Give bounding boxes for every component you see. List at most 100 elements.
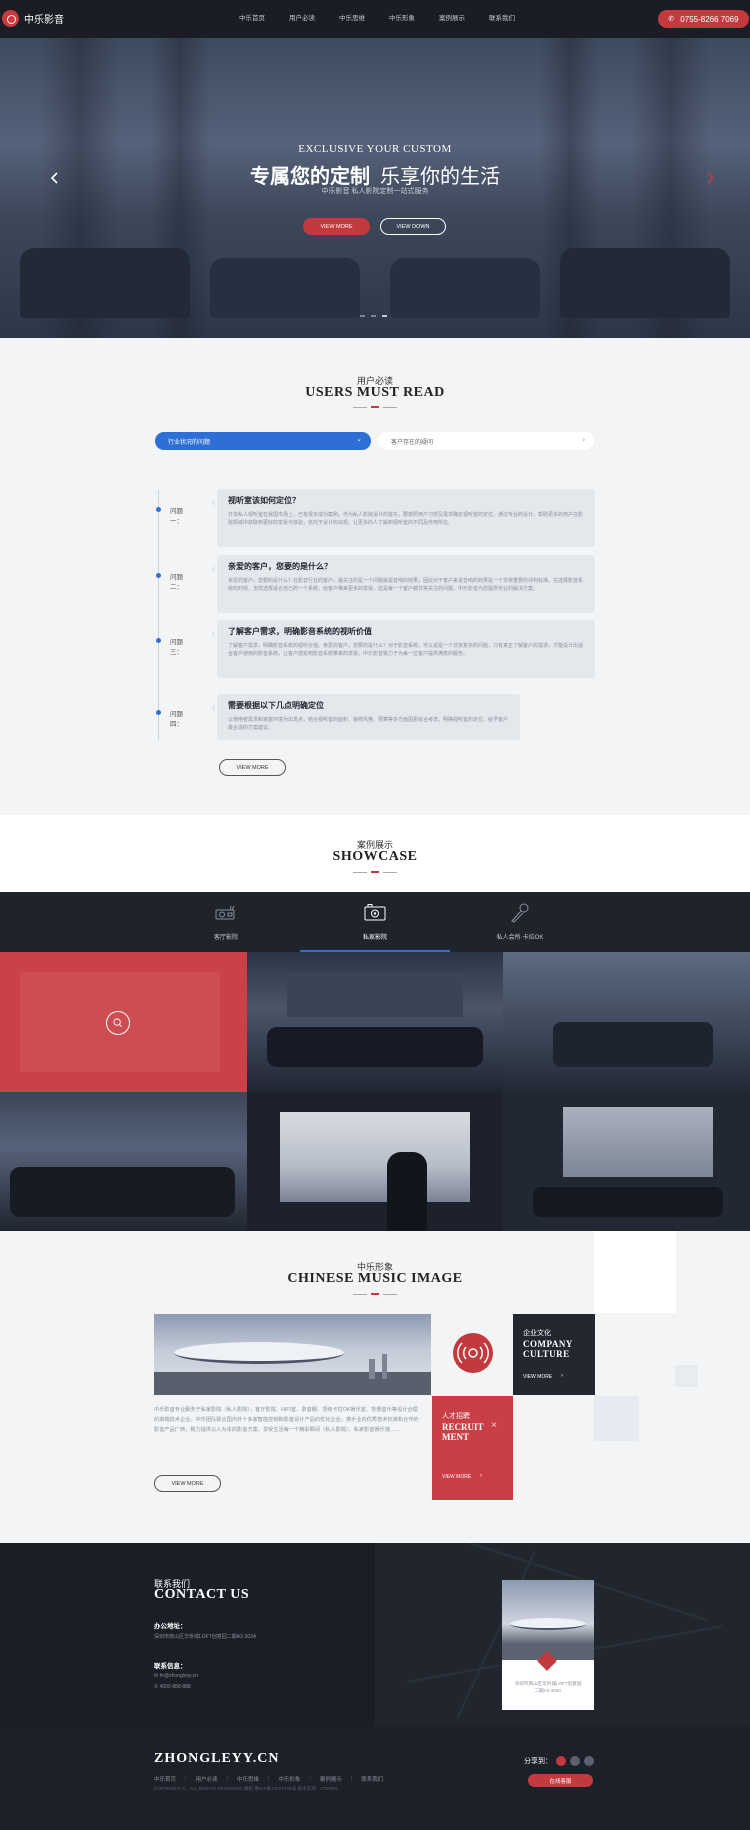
- chevron-down-icon: ⌄: [356, 436, 362, 443]
- email-row: ✉ hr@zhongleyy.cn: [154, 1673, 198, 1679]
- nav-image[interactable]: 中乐形象: [377, 0, 427, 38]
- customer-doubts-link[interactable]: 客户存在的疑问 ›: [378, 432, 594, 450]
- showcase-highlight-tile[interactable]: [0, 952, 247, 1092]
- map-popup[interactable]: 深圳市南山区华侨城LOFT创意园 二期A2-303A: [502, 1580, 594, 1710]
- faq-card[interactable]: 了解客户需求，明确影音系统的视听价值 了解客户需求，明确影音系统的视听价值。亲爱…: [211, 620, 595, 678]
- faq-label: 问题一：: [170, 508, 183, 525]
- hero-subtitle: EXCLUSIVE YOUR CUSTOM: [298, 143, 452, 155]
- company-intro-text: 中乐影音专业服务于私家影院（私人影院），客厅影院、HIFI室、录音棚、顶级卡拉O…: [154, 1407, 419, 1433]
- tencent-weibo-icon[interactable]: [570, 1756, 580, 1766]
- showcase-photo[interactable]: [247, 952, 503, 1092]
- info-label: 联系信息：: [154, 1663, 187, 1670]
- showcase-tabs: 客厅影院 私家影院 私人会所·卡拉OK: [0, 892, 750, 952]
- phone-row: ✆ 4000-888-888: [154, 1684, 191, 1690]
- brand-logo[interactable]: 中乐影音: [2, 10, 64, 27]
- tab-private-theater[interactable]: 私家影院: [300, 892, 450, 952]
- slider-prev-icon[interactable]: [49, 172, 61, 184]
- faq-card[interactable]: 需要根据以下几点明确定位 以使用者需求和家庭环境为出发点，结合视听室的面积、装修…: [211, 694, 520, 740]
- decor-square: [594, 1396, 639, 1441]
- nav-showcase[interactable]: 案例展示: [427, 0, 477, 38]
- footer-link[interactable]: 中乐形象: [278, 1775, 300, 1783]
- culture-cn: 企业文化: [523, 1330, 551, 1337]
- nav-home[interactable]: 中乐首页: [227, 0, 277, 38]
- slider-dots: [360, 315, 387, 317]
- hero-title: 专属您的定制 乐享你的生活: [0, 160, 750, 189]
- share-bar: 分享到：: [524, 1756, 594, 1766]
- hero-banner: EXCLUSIVE YOUR CUSTOM 专属您的定制 乐享你的生活 中乐影音 …: [0, 38, 750, 338]
- photo-seats: [533, 1187, 723, 1217]
- footer-link[interactable]: 联系我们: [361, 1775, 383, 1783]
- faq-card[interactable]: 亲爱的客户，您要的是什么？ 亲爱的客户，您要的是什么？在影音行业的客户，最关注的…: [211, 555, 595, 613]
- photo-screen: [287, 972, 463, 1017]
- faq-title: 亲爱的客户，您要的是什么？: [228, 562, 332, 571]
- question-category-select[interactable]: 行业状况的问题 ⌄: [155, 432, 371, 450]
- photo-building-disc: [174, 1342, 344, 1364]
- timeline-line: [158, 490, 159, 740]
- showcase-photo[interactable]: [503, 952, 750, 1092]
- users-section-title: USERS MUST READ: [305, 385, 445, 400]
- phone-button[interactable]: ✆ 0755-8266 7069: [658, 10, 749, 28]
- faq-card[interactable]: 视听室该如何定位？ 打造私人视听室在我国市场上，已有很多成功案例。作为私人影院设…: [211, 489, 595, 547]
- music-view-more-button[interactable]: VIEW MORE: [154, 1475, 221, 1492]
- nav-users-must-read[interactable]: 用户必读: [277, 0, 327, 38]
- weibo-icon[interactable]: [556, 1756, 566, 1766]
- chevron-right-icon: ›: [582, 435, 585, 444]
- tab-living-room-theater[interactable]: 客厅影院: [151, 892, 301, 952]
- photo-tower: [369, 1359, 375, 1379]
- online-service-button[interactable]: 在线客服: [528, 1774, 593, 1787]
- photo-building-disc: [510, 1618, 586, 1630]
- slider-next-icon[interactable]: [704, 172, 716, 184]
- hero-view-more-button[interactable]: VIEW MORE: [303, 218, 370, 235]
- footer-link[interactable]: 中乐首页: [154, 1775, 176, 1783]
- company-culture-card[interactable]: 企业文化 COMPANY CULTURE VIEW MORE ›: [513, 1314, 595, 1395]
- timeline-dot: [156, 710, 161, 715]
- tab-label: 私家影院: [362, 935, 387, 941]
- hero-view-down-button[interactable]: VIEW DOWN: [380, 218, 446, 235]
- contact-en: CONTACT US: [154, 1587, 250, 1602]
- map-address-line: 二期A2-303A: [534, 1688, 562, 1693]
- culture-view-more[interactable]: VIEW MORE: [523, 1374, 552, 1380]
- faq-body: 以使用者需求和家庭环境为出发点，结合视听室的面积、装修风格、预算等多方面因素综合…: [228, 717, 509, 731]
- footer-link[interactable]: 案例展示: [320, 1775, 342, 1783]
- footer-brand: ZHONGLEYY.CN: [154, 1751, 280, 1766]
- music-section-title: CHINESE MUSIC IMAGE: [287, 1271, 463, 1286]
- showcase-gallery: [0, 952, 750, 1231]
- faq-label: 问题三：: [170, 639, 183, 656]
- section-divider: [353, 871, 397, 873]
- tab-label: 私人会所·卡拉OK: [496, 935, 544, 941]
- hero-seat-shape: [560, 248, 730, 318]
- culture-en-1: COMPANY: [523, 1339, 573, 1349]
- wechat-icon[interactable]: [584, 1756, 594, 1766]
- decor-square: [675, 1365, 698, 1387]
- brand-name: 中乐影音: [24, 15, 64, 26]
- map-popup-address: 深圳市南山区华侨城LOFT创意园 二期A2-303A: [502, 1680, 594, 1694]
- showcase-photo[interactable]: [503, 1092, 750, 1231]
- question-category-label: 行业状况的问题: [168, 439, 211, 446]
- contact-phone-text: 4000-888-888: [159, 1684, 191, 1690]
- email-text[interactable]: hr@zhongleyy.cn: [160, 1673, 198, 1679]
- zoom-icon[interactable]: [106, 1011, 130, 1035]
- footer-link[interactable]: 中乐思维: [237, 1775, 259, 1783]
- recruit-view-more[interactable]: VIEW MORE: [442, 1474, 471, 1480]
- photo-tower: [382, 1354, 387, 1379]
- projector-icon: [215, 905, 235, 920]
- nav-contact[interactable]: 联系我们: [477, 0, 527, 38]
- photo-ground: [154, 1372, 431, 1395]
- slider-dot[interactable]: [371, 315, 376, 317]
- hero-title-light: 乐享你的生活: [380, 166, 500, 188]
- tab-private-club-karaoke[interactable]: 私人会所·卡拉OK: [445, 892, 595, 952]
- recruitment-card[interactable]: 人才招聘 RECRUIT MENT × VIEW MORE ›: [432, 1396, 513, 1500]
- showcase-photo[interactable]: [0, 1092, 247, 1231]
- slider-dot[interactable]: [360, 315, 365, 317]
- footer-link[interactable]: 用户必读: [195, 1775, 217, 1783]
- tab-label: 客厅影院: [213, 935, 238, 941]
- showcase-photo[interactable]: [247, 1092, 503, 1231]
- slider-dot-active[interactable]: [382, 315, 387, 317]
- nav-thinking[interactable]: 中乐思维: [327, 0, 377, 38]
- hero-seat-shape: [210, 258, 360, 318]
- footer-copyright: COPYRIGHT © . ALL RIGHTS RESERVED 版权 粤IC…: [154, 1786, 338, 1791]
- timeline-dot: [156, 507, 161, 512]
- users-view-more-button[interactable]: VIEW MORE: [219, 759, 286, 776]
- section-divider: [353, 406, 397, 408]
- phone-icon: ✆: [668, 16, 675, 23]
